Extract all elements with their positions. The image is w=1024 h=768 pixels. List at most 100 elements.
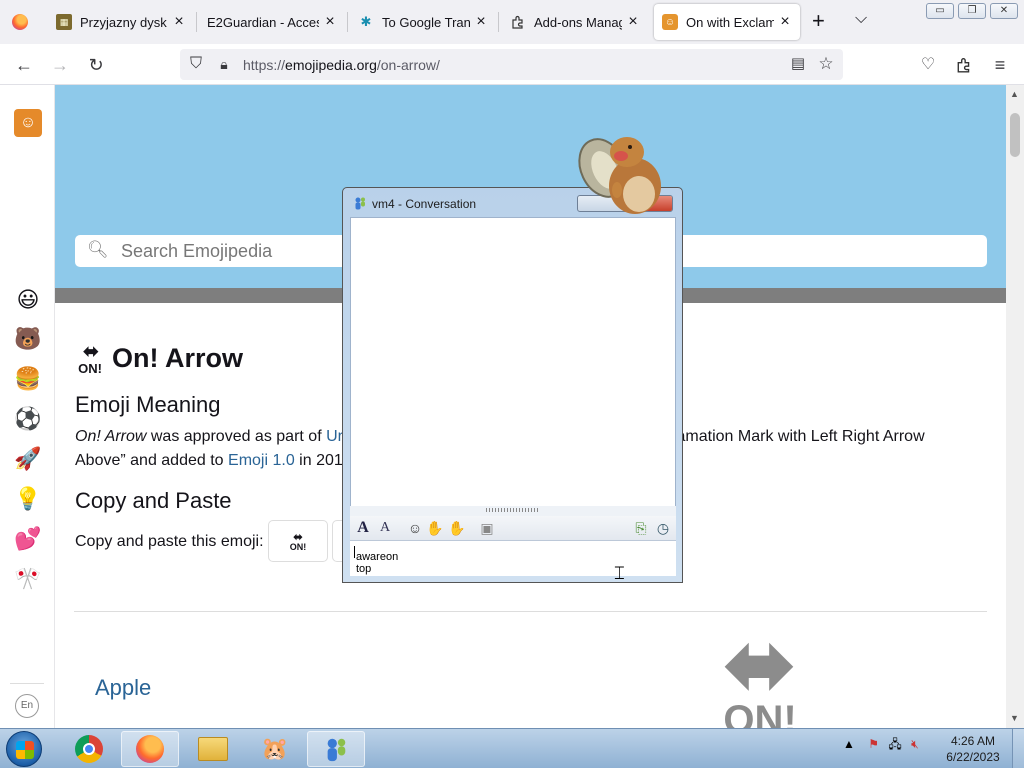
food-category-icon[interactable]: 🍔 — [14, 365, 42, 393]
list-all-tabs-chevron-icon[interactable]: ⌵ — [855, 10, 867, 28]
message-toolbar: A A ☺ ✋ ✋ ▣ ⎘ ◷ — [350, 516, 676, 540]
flags-category-icon[interactable]: 🎌 — [14, 565, 42, 593]
vendor-apple-link[interactable]: Apple — [95, 675, 151, 701]
meaning-text: lamation Mark with Left Right Arrow — [672, 428, 925, 445]
emoji-version-link[interactable]: Emoji 1.0 — [228, 452, 295, 469]
reader-view-icon[interactable]: ▤ — [786, 52, 810, 76]
tab-e2guardian[interactable]: E2Guardian - Access D × — [199, 4, 345, 40]
animals-category-icon[interactable]: 🐻 — [14, 325, 42, 353]
tab-label: Przyjazny dysk int — [80, 14, 168, 30]
url-bar[interactable]: ⛉ 🔒︎ https://emojipedia.org/on-arrow/ ▤ … — [180, 49, 843, 80]
emoji-arrow-glyph: ⬌ — [722, 615, 798, 715]
action-center-flag-icon[interactable]: ⚑ — [868, 737, 879, 751]
show-hidden-icons-icon[interactable]: ▲ — [843, 737, 855, 751]
close-tab-icon[interactable]: × — [778, 13, 792, 31]
close-tab-icon[interactable]: × — [474, 13, 488, 31]
tab-separator — [498, 12, 499, 32]
meaning-text: Above” and added to — [75, 452, 229, 469]
firefox-menu-icon[interactable] — [12, 14, 28, 30]
conversation-history[interactable] — [350, 217, 676, 507]
tab-separator — [196, 12, 197, 32]
category-sidebar: ☺ 😃 🐻 🍔 ⚽ 🚀 💡 💕 🎌 En — [0, 85, 55, 728]
page-scrollbar[interactable]: ▲ ▼ — [1006, 85, 1024, 728]
scrollbar-thumb[interactable] — [1010, 113, 1020, 157]
taskbar-file-explorer[interactable] — [184, 731, 242, 767]
chrome-icon — [75, 735, 103, 763]
smileys-category-icon[interactable]: 😃 — [14, 286, 42, 314]
windows-logo-icon — [16, 741, 34, 759]
text-color-icon[interactable]: A — [376, 519, 394, 537]
pane-splitter[interactable] — [350, 506, 676, 516]
apple-emoji-image: ⬌ ON! — [695, 615, 825, 728]
conversation-window[interactable]: vm4 - Conversation A A ☺ ✋ ✋ ▣ ⎘ ◷ aware… — [342, 187, 683, 583]
on-arrow-emoji-icon: ⬌ ON! — [75, 342, 105, 375]
restore-window-button[interactable]: ❐ — [958, 3, 986, 19]
close-tab-icon[interactable]: × — [323, 13, 337, 31]
symbols-category-icon[interactable]: 💕 — [14, 525, 42, 553]
emoticon-icon[interactable]: ☺ — [406, 519, 424, 537]
tab-label: Add-ons Manager — [534, 14, 622, 30]
extensions-puzzle-icon[interactable] — [952, 53, 976, 77]
emoji-meaning-heading: Emoji Meaning — [75, 392, 221, 417]
reload-icon[interactable]: ↻ — [84, 53, 108, 77]
start-button[interactable] — [6, 731, 42, 767]
emoji-copy-field[interactable]: ⬌ ON! — [268, 520, 328, 562]
tab-addons-manager[interactable]: Add-ons Manager × — [502, 4, 648, 40]
bookmark-star-icon[interactable]: ☆ — [814, 52, 838, 76]
lock-icon[interactable]: 🔒︎ — [212, 52, 236, 76]
copy-paste-label: Copy and paste this emoji: — [75, 533, 264, 550]
taskbar-messenger[interactable] — [307, 731, 365, 767]
conversation-title: vm4 - Conversation — [372, 197, 477, 211]
volume-muted-icon[interactable]: 🔇︎ — [911, 737, 919, 751]
shield-icon[interactable]: ⛉ — [184, 52, 208, 76]
back-arrow-icon[interactable]: ← — [12, 53, 36, 77]
splitter-grip — [486, 508, 540, 512]
font-icon[interactable]: A — [354, 519, 372, 537]
folder-icon — [198, 737, 228, 761]
hamburger-menu-icon[interactable]: ≡ — [988, 53, 1012, 77]
forward-arrow-icon[interactable]: → — [48, 53, 72, 77]
tab-przyjazny-dysk[interactable]: ▦ Przyjazny dysk int × — [48, 4, 194, 40]
desktop-pet-hamster-image[interactable] — [573, 128, 677, 220]
scroll-up-arrow-icon[interactable]: ▲ — [1010, 89, 1019, 99]
history-clock-icon[interactable]: ◷ — [654, 519, 672, 537]
new-tab-button[interactable]: + — [812, 10, 825, 32]
language-switcher[interactable]: En — [15, 694, 39, 718]
nudge-icon[interactable]: ✋ — [426, 519, 444, 537]
message-input[interactable]: awareon top — [350, 540, 676, 576]
copy-paste-heading: Copy and Paste — [75, 488, 232, 513]
sidebar-divider — [10, 683, 44, 684]
network-icon[interactable]: 🖧 — [888, 737, 901, 751]
search-input[interactable]: Search Emojipedia — [121, 241, 272, 262]
taskbar-app[interactable]: 🐹 — [246, 731, 304, 767]
emoji-arrow-glyph: ⬌ — [82, 341, 100, 363]
close-tab-icon[interactable]: × — [626, 13, 640, 31]
scroll-down-arrow-icon[interactable]: ▼ — [1010, 713, 1019, 723]
close-window-button[interactable]: ✕ — [990, 3, 1018, 19]
show-desktop-button[interactable] — [1012, 729, 1024, 768]
unicode-version-link[interactable]: Ur — [326, 428, 343, 445]
taskbar-firefox[interactable] — [121, 731, 179, 767]
emoji-arrow-glyph: ⬌ — [292, 529, 304, 544]
activities-category-icon[interactable]: ⚽ — [14, 405, 42, 433]
emojipedia-favicon-icon: ☺ — [662, 14, 678, 30]
send-file-icon[interactable]: ⎘ — [632, 519, 650, 537]
emojipedia-logo-icon[interactable]: ☺ — [14, 109, 42, 137]
close-tab-icon[interactable]: × — [172, 13, 186, 31]
system-clock[interactable]: 4:26 AM 6/22/2023 — [940, 733, 1006, 765]
wink-icon[interactable]: ✋ — [448, 519, 466, 537]
taskbar-chrome[interactable] — [60, 731, 118, 767]
emoji-on-glyph: ON! — [78, 361, 102, 376]
url-path: /on-arrow/ — [376, 57, 440, 73]
tab-google-translate[interactable]: ✱ To Google Transla × — [350, 4, 496, 40]
tab-on-with-exclamation[interactable]: ☺ On with Exclam × — [654, 4, 800, 40]
save-icon[interactable]: ▣ — [478, 519, 496, 537]
meaning-emoji-name: On! Arrow — [75, 428, 147, 445]
url-text[interactable]: https://emojipedia.org/on-arrow/ — [243, 57, 440, 73]
travel-category-icon[interactable]: 🚀 — [14, 445, 42, 473]
pocket-icon[interactable]: ♡ — [916, 53, 940, 77]
minimize-window-button[interactable]: ▭ — [926, 3, 954, 19]
text-caret — [354, 546, 355, 558]
page-title: ⬌ ON! On! Arrow — [75, 342, 243, 375]
objects-category-icon[interactable]: 💡 — [14, 485, 42, 513]
